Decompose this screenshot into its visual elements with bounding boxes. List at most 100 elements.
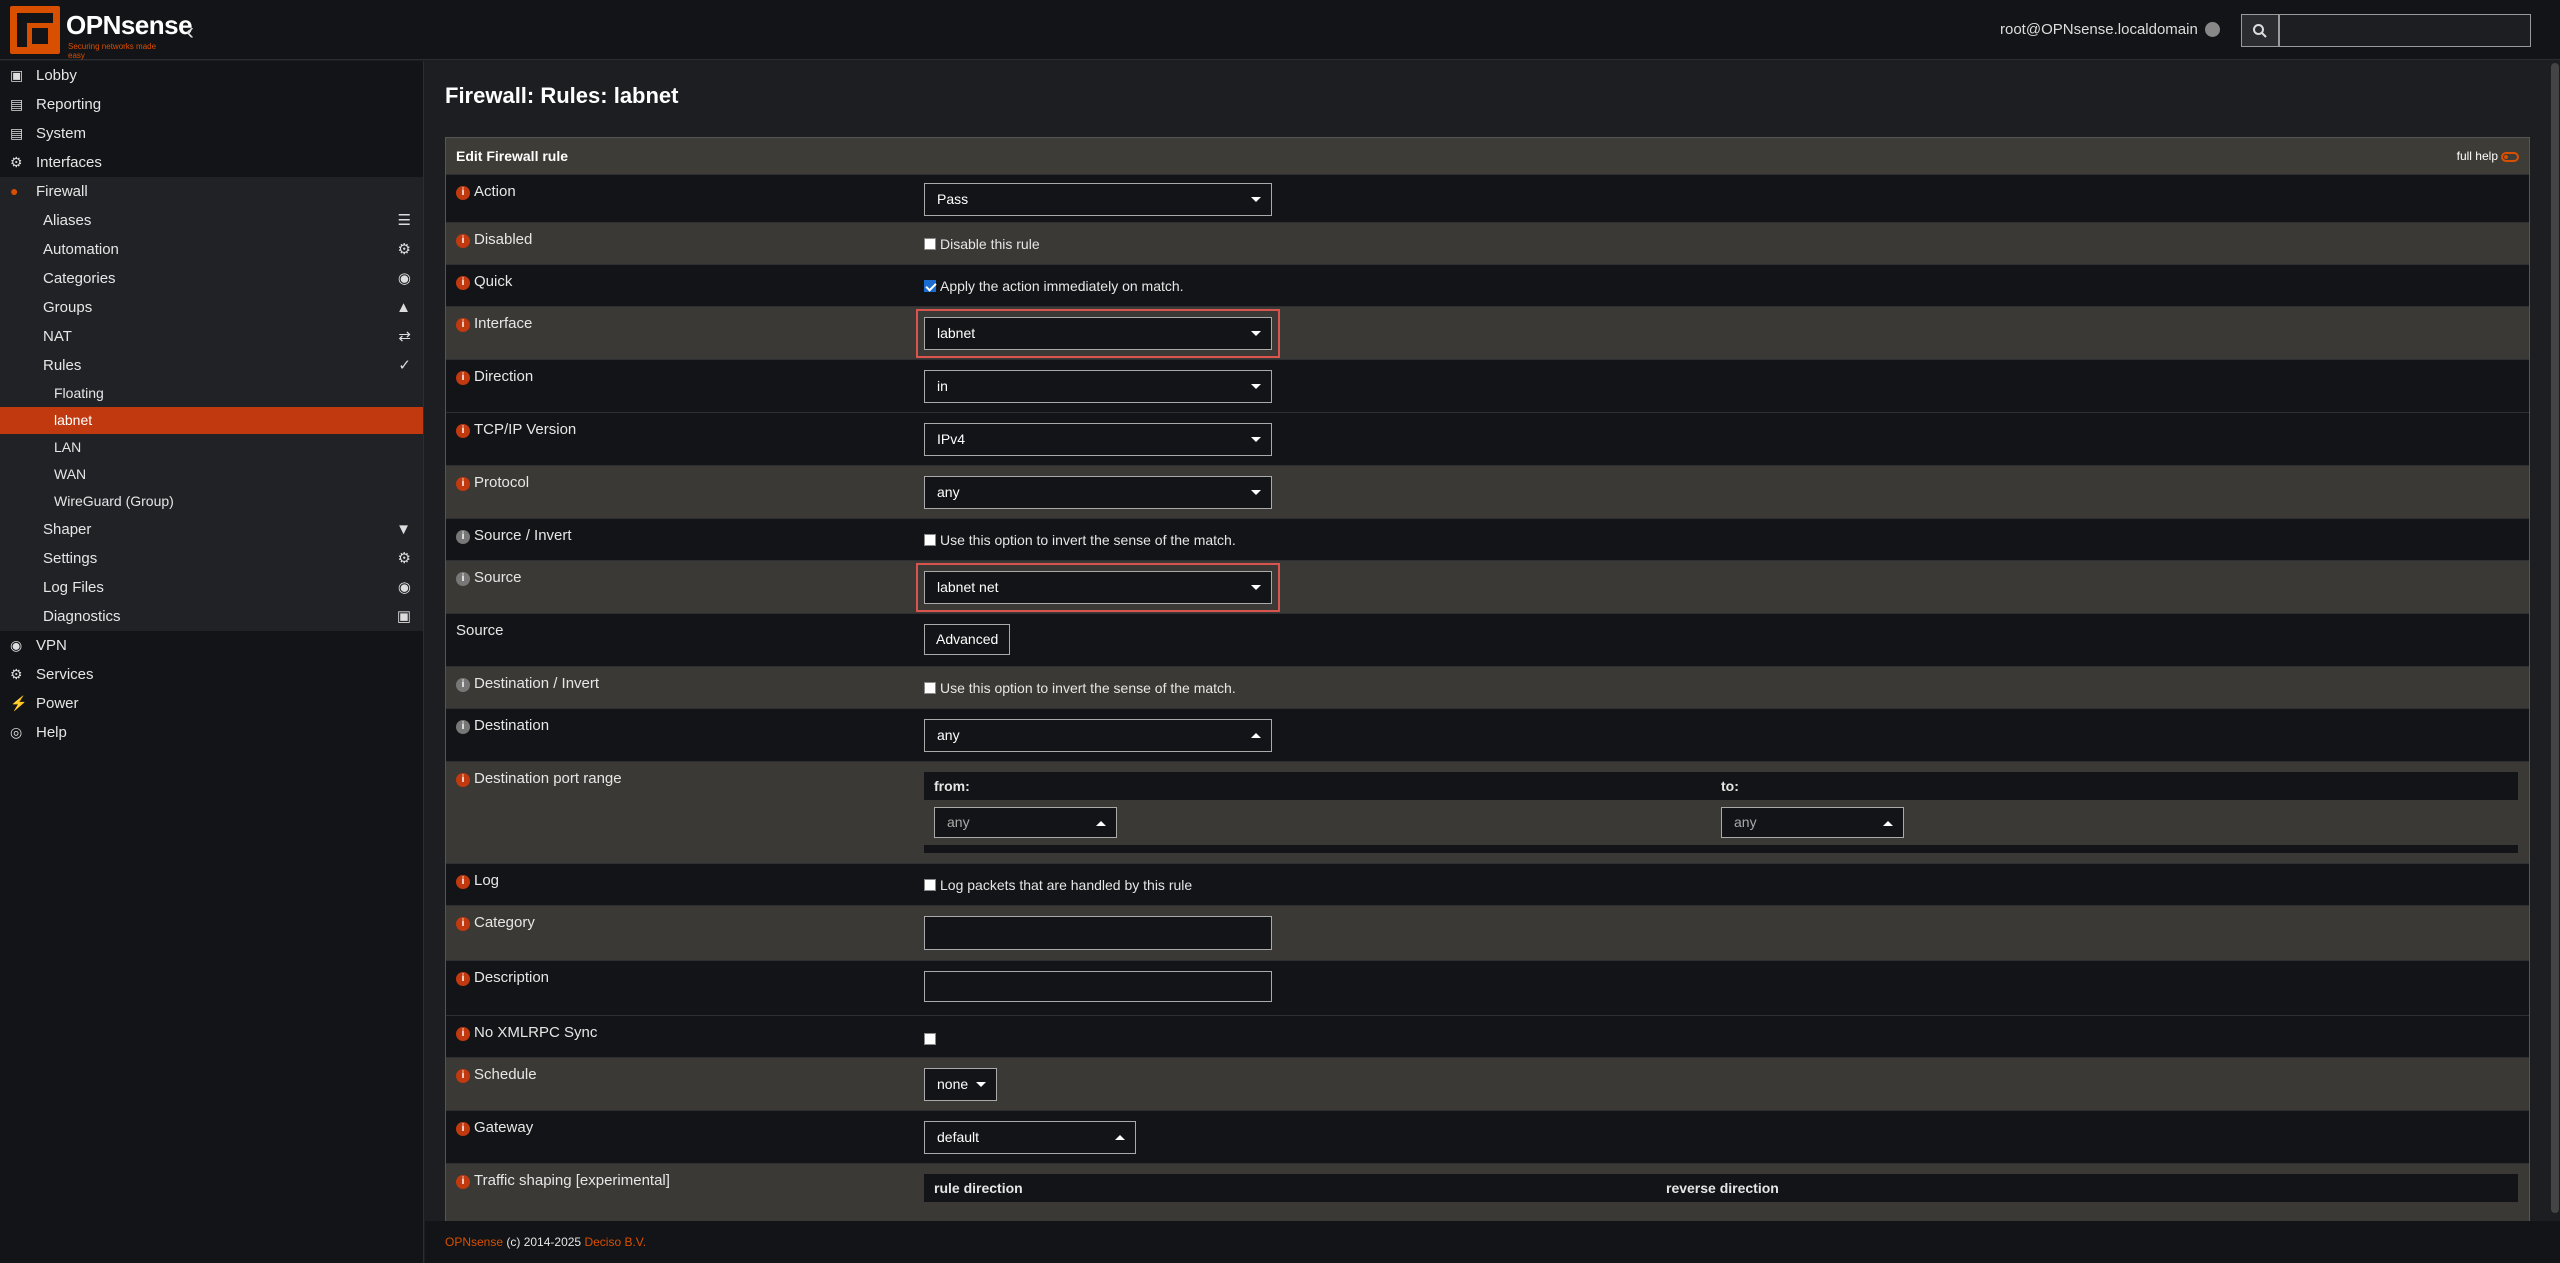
port-from-select[interactable]: any xyxy=(934,807,1117,838)
row-disabled: i Disabled Disable this rule xyxy=(446,222,2529,264)
info-icon[interactable]: i xyxy=(456,1175,470,1189)
top-bar: OPNsense Securing networks made easy ‹ r… xyxy=(0,0,2560,60)
nav-settings[interactable]: Settings ⚙ xyxy=(0,544,423,573)
protocol-select[interactable]: any xyxy=(924,476,1272,509)
info-icon[interactable]: i xyxy=(456,186,470,200)
search-button[interactable] xyxy=(2241,14,2279,47)
field-label: Destination xyxy=(474,717,550,734)
nav-reporting[interactable]: ▤ Reporting xyxy=(0,90,423,119)
collapse-sidebar-icon[interactable]: ‹ xyxy=(186,18,194,46)
source-invert-checkbox[interactable] xyxy=(924,534,936,546)
info-icon[interactable]: i xyxy=(456,1069,470,1083)
status-dot-icon[interactable] xyxy=(2205,22,2220,37)
nav-rules-wan[interactable]: WAN xyxy=(0,461,423,488)
row-source-invert: i Source / Invert Use this option to inve… xyxy=(446,518,2529,560)
xmlrpc-checkbox[interactable] xyxy=(924,1033,936,1045)
quick-checkbox[interactable] xyxy=(924,280,936,292)
list-icon: ☰ xyxy=(397,212,411,229)
info-icon[interactable]: i xyxy=(456,234,470,248)
info-icon[interactable]: i xyxy=(456,720,470,734)
nav-groups[interactable]: Groups ▲ xyxy=(0,293,423,322)
destination-select[interactable]: any xyxy=(924,719,1272,752)
nav-help[interactable]: ◎ Help xyxy=(0,718,423,747)
destination-invert-checkbox[interactable] xyxy=(924,682,936,694)
exchange-icon: ⇄ xyxy=(398,328,411,345)
nav-vpn[interactable]: ◉ VPN xyxy=(0,631,423,660)
source-advanced-button[interactable]: Advanced xyxy=(924,624,1011,655)
info-icon[interactable]: i xyxy=(456,530,470,544)
source-highlight: labnet net xyxy=(916,563,1280,612)
nav-label: Interfaces xyxy=(36,154,102,171)
nav-power[interactable]: ⚡ Power xyxy=(0,689,423,718)
main-scrollbar[interactable] xyxy=(2550,61,2560,1221)
info-icon[interactable]: i xyxy=(456,917,470,931)
nav-lobby[interactable]: ▣ Lobby xyxy=(0,61,423,90)
info-icon[interactable]: i xyxy=(456,276,470,290)
nav-diagnostics[interactable]: Diagnostics ▣ xyxy=(0,602,423,631)
info-icon[interactable]: i xyxy=(456,1027,470,1041)
search-input[interactable] xyxy=(2279,14,2531,47)
port-to-select[interactable]: any xyxy=(1721,807,1904,838)
action-select[interactable]: Pass xyxy=(924,183,1272,216)
info-icon[interactable]: i xyxy=(456,875,470,889)
full-help-toggle[interactable]: full help xyxy=(2457,138,2519,174)
nav-system[interactable]: ▤ System xyxy=(0,119,423,148)
footer-brand-link[interactable]: OPNsense xyxy=(445,1235,503,1249)
info-icon[interactable]: i xyxy=(456,477,470,491)
row-schedule: i Schedule none xyxy=(446,1057,2529,1110)
nav-rules-labnet[interactable]: labnet xyxy=(0,407,423,434)
nav-automation[interactable]: Automation ⚙ xyxy=(0,235,423,264)
nav-rules[interactable]: Rules ✓ xyxy=(0,351,423,380)
nav-rules-lan[interactable]: LAN xyxy=(0,434,423,461)
description-input[interactable] xyxy=(924,971,1272,1002)
disable-rule-checkbox[interactable] xyxy=(924,238,936,250)
source-select[interactable]: labnet net xyxy=(924,571,1272,604)
info-icon[interactable]: i xyxy=(456,1122,470,1136)
ip-version-select[interactable]: IPv4 xyxy=(924,423,1272,456)
nav-label: VPN xyxy=(36,637,67,654)
nav-label: Shaper xyxy=(43,521,92,538)
cogs-icon: ⚙ xyxy=(397,550,411,567)
checkbox-label: Use this option to invert the sense of t… xyxy=(940,680,1236,696)
log-checkbox[interactable] xyxy=(924,879,936,891)
select-value: labnet xyxy=(937,325,976,341)
nav-rules-floating[interactable]: Floating xyxy=(0,380,423,407)
category-input[interactable] xyxy=(924,916,1272,950)
full-help-label: full help xyxy=(2456,149,2498,163)
info-icon[interactable]: i xyxy=(456,678,470,692)
port-table-footer xyxy=(924,845,2518,853)
field-label: Source / Invert xyxy=(474,527,572,544)
user-account[interactable]: root@OPNsense.localdomain xyxy=(2000,21,2198,38)
info-icon[interactable]: i xyxy=(456,572,470,586)
opnsense-logo[interactable]: OPNsense Securing networks made easy xyxy=(10,6,193,60)
info-icon[interactable]: i xyxy=(456,972,470,986)
nav-aliases[interactable]: Aliases ☰ xyxy=(0,206,423,235)
tags-icon: ◉ xyxy=(397,270,411,287)
footer: OPNsense (c) 2014-2025 Deciso B.V. xyxy=(425,1221,2560,1263)
select-value: any xyxy=(937,727,960,743)
info-icon[interactable]: i xyxy=(456,318,470,332)
nav-firewall[interactable]: ● Firewall xyxy=(0,177,423,206)
nav-services[interactable]: ⚙ Services xyxy=(0,660,423,689)
gateway-select[interactable]: default xyxy=(924,1121,1136,1154)
footer-company-link[interactable]: Deciso B.V. xyxy=(584,1235,646,1249)
nav-label: LAN xyxy=(54,439,82,455)
info-icon[interactable]: i xyxy=(456,371,470,385)
select-value: in xyxy=(937,378,948,394)
info-icon[interactable]: i xyxy=(456,424,470,438)
caret-down-icon xyxy=(1251,197,1261,202)
field-label: Action xyxy=(474,183,516,200)
nav-log-files[interactable]: Log Files ◉ xyxy=(0,573,423,602)
schedule-select[interactable]: none xyxy=(924,1068,997,1101)
field-label: Source xyxy=(474,569,522,586)
select-value: any xyxy=(937,484,960,500)
nav-shaper[interactable]: Shaper ▼ xyxy=(0,515,423,544)
scrollbar-thumb[interactable] xyxy=(2551,63,2559,1213)
nav-nat[interactable]: NAT ⇄ xyxy=(0,322,423,351)
interface-select[interactable]: labnet xyxy=(924,317,1272,350)
nav-categories[interactable]: Categories ◉ xyxy=(0,264,423,293)
nav-interfaces[interactable]: ⚙ Interfaces xyxy=(0,148,423,177)
nav-rules-wireguard[interactable]: WireGuard (Group) xyxy=(0,488,423,515)
direction-select[interactable]: in xyxy=(924,370,1272,403)
info-icon[interactable]: i xyxy=(456,773,470,787)
